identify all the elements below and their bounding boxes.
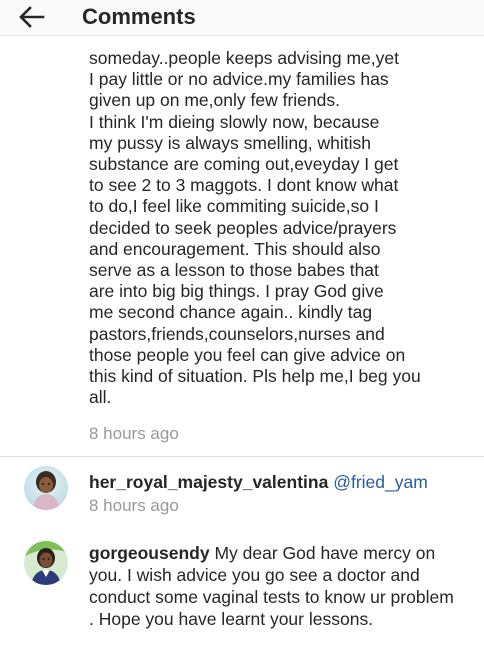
arrow-left-icon (19, 6, 45, 28)
app-header: Comments (0, 0, 484, 36)
comment-text: someday..people keeps advising me,yet I … (89, 48, 421, 408)
comment-item: her_royal_majesty_valentina @fried_yam (89, 471, 459, 493)
comment-username[interactable]: her_royal_majesty_valentina (89, 472, 328, 492)
avatar[interactable] (24, 541, 68, 585)
avatar[interactable] (24, 466, 68, 510)
user-avatar-image (24, 541, 68, 585)
comment-username[interactable]: gorgeousendy (89, 543, 210, 563)
comment-mention[interactable]: @fried_yam (333, 472, 428, 492)
page-title: Comments (82, 4, 196, 29)
comment-item: gorgeousendy My dear God have mercy on y… (89, 542, 459, 630)
comment-timestamp: 8 hours ago (89, 424, 179, 443)
comments-screen: Comments someday..people keeps advising … (0, 0, 484, 658)
divider (0, 456, 484, 457)
comment-timestamp: 8 hours ago (89, 496, 179, 515)
back-button[interactable] (14, 2, 50, 32)
user-avatar-image (24, 466, 68, 510)
